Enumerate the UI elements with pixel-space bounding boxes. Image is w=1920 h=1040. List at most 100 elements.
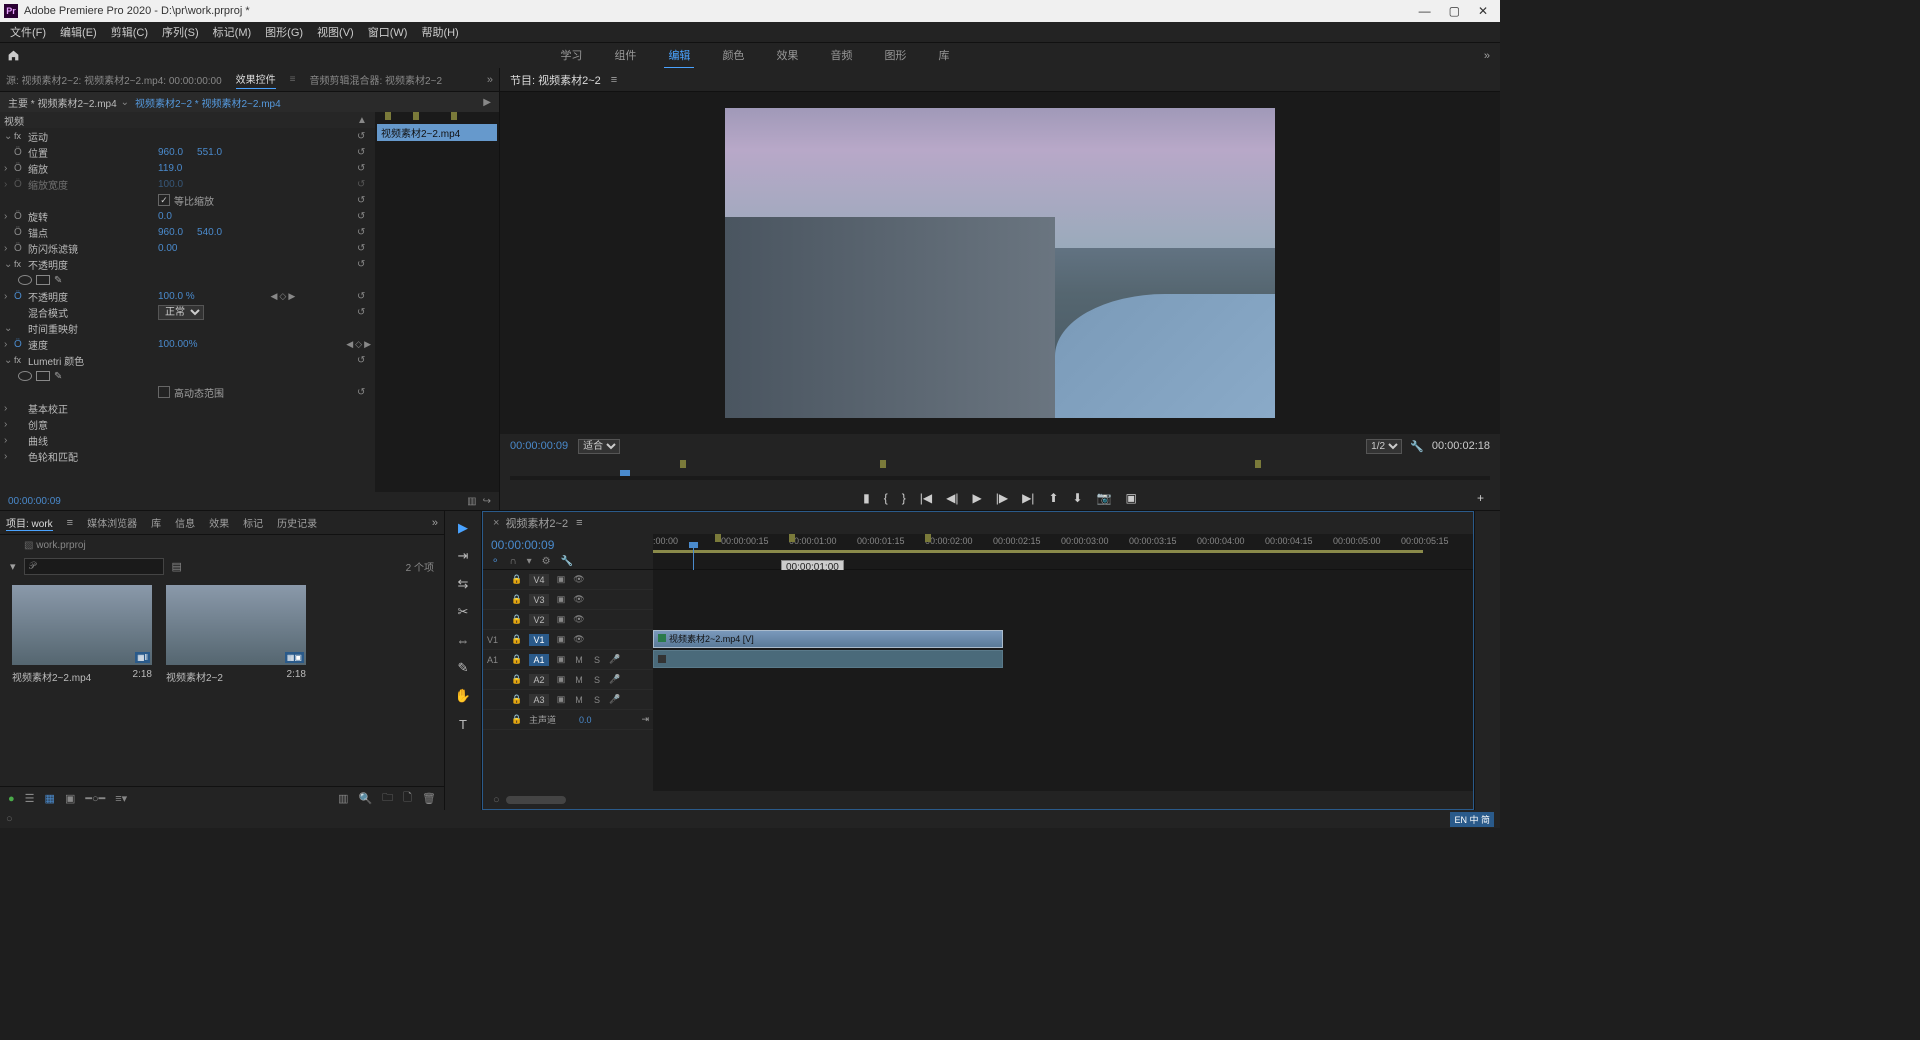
step-back-button[interactable]: ◀| [946, 491, 958, 505]
zoom-slider[interactable]: ━○━ [85, 792, 105, 805]
workspace-more-button[interactable]: » [1484, 50, 1490, 62]
row-motion[interactable]: ⌄fx运动↺ [0, 128, 375, 144]
tab-history[interactable]: 历史记录 [277, 515, 317, 530]
chevron-down-icon[interactable]: ⌄ [121, 97, 129, 108]
program-monitor[interactable] [500, 92, 1500, 434]
next-kf-icon[interactable]: ▶ [288, 291, 295, 302]
tab-audio-mixer[interactable]: 音频剪辑混合器: 视频素材2~2 [310, 72, 443, 87]
slip-tool[interactable]: ⇔ [454, 631, 472, 649]
fx-icon[interactable]: fx [14, 355, 28, 365]
marker-icon[interactable] [413, 112, 419, 120]
marker-button[interactable]: ▮ [863, 491, 870, 505]
program-ruler[interactable] [500, 458, 1500, 486]
row-scale[interactable]: ›Ö缩放119.0↺ [0, 160, 375, 176]
panel-overflow-icon[interactable]: » [432, 517, 438, 529]
icon-1[interactable]: ▥ [467, 496, 476, 507]
compare-button[interactable]: ▣ [1126, 491, 1137, 505]
timeline-ruler[interactable]: :00:00 00:00:00:15 00:00:01:00 00:00:01:… [653, 534, 1473, 569]
marker-add-icon[interactable]: ▾ [527, 556, 532, 567]
marker-icon[interactable] [1255, 460, 1261, 468]
track-header-a2[interactable]: 🔒A2▣MS🎤 [483, 670, 653, 690]
reset-icon[interactable]: ↺ [357, 307, 371, 318]
button-editor-icon[interactable]: + [1477, 491, 1484, 505]
value-speed[interactable]: 100.00% [158, 339, 197, 350]
menu-help[interactable]: 帮助(H) [415, 22, 464, 42]
icon-2[interactable]: ↪ [483, 496, 491, 507]
panel-menu-icon[interactable]: ≡ [290, 74, 296, 85]
reset-icon[interactable]: ↺ [357, 131, 371, 142]
search-input[interactable] [24, 558, 164, 575]
row-anchor[interactable]: Ö锚点960.0540.0↺ [0, 224, 375, 240]
tab-program[interactable]: 节目: 视频素材2~2 [510, 72, 601, 88]
reset-icon[interactable]: ↺ [357, 195, 371, 206]
sync-lock-icon[interactable]: ▣ [555, 594, 567, 605]
stopwatch-icon[interactable]: Ö [14, 339, 28, 350]
menu-view[interactable]: 视图(V) [311, 22, 360, 42]
menu-graphics[interactable]: 图形(G) [259, 22, 309, 42]
track-header-v3[interactable]: 🔒V3▣👁 [483, 590, 653, 610]
mute-icon[interactable]: M [573, 695, 585, 705]
goto-in-button[interactable]: |◀ [920, 491, 932, 505]
tab-source[interactable]: 源: 视频素材2~2: 视频素材2~2.mp4: 00:00:00:00 [6, 72, 222, 87]
goto-out-button[interactable]: ▶| [1022, 491, 1034, 505]
scrubber-track[interactable] [510, 476, 1490, 480]
value-rotation[interactable]: 0.0 [158, 211, 172, 222]
sync-lock-icon[interactable]: ▣ [555, 614, 567, 625]
menu-window[interactable]: 窗口(W) [362, 22, 414, 42]
ripple-tool[interactable]: ⇆ [454, 575, 472, 593]
lock-icon[interactable]: 🔒 [511, 614, 523, 625]
effect-mini-timeline[interactable]: 视频素材2~2.mp4 [375, 112, 499, 492]
freeform-view-icon[interactable]: ▣ [65, 792, 75, 805]
find-icon[interactable]: 🔍 [358, 792, 372, 805]
play-button[interactable]: ▶ [972, 491, 981, 505]
prev-kf-icon[interactable]: ◀ [270, 291, 277, 302]
minimize-button[interactable]: — [1419, 4, 1431, 18]
value-anchor-x[interactable]: 960.0 [158, 227, 183, 238]
work-area-bar[interactable] [653, 550, 1423, 553]
ws-graphics[interactable]: 图形 [880, 43, 910, 69]
row-creative[interactable]: ›创意 [0, 416, 375, 432]
tab-library[interactable]: 库 [151, 515, 161, 530]
track-header-master[interactable]: 🔒主声道0.0⇥ [483, 710, 653, 730]
lock-icon[interactable]: 🔒 [511, 674, 523, 685]
panel-menu-icon[interactable]: ≡ [611, 74, 617, 86]
checkbox-uniform[interactable] [158, 194, 170, 206]
menu-edit[interactable]: 编辑(E) [54, 22, 103, 42]
row-curve[interactable]: ›曲线 [0, 432, 375, 448]
track-header-v4[interactable]: 🔒V4▣👁 [483, 570, 653, 590]
solo-icon[interactable]: S [591, 675, 603, 685]
lock-icon[interactable]: 🔒 [511, 574, 523, 585]
tab-media-browser[interactable]: 媒体浏览器 [87, 515, 137, 530]
tab-effect-controls[interactable]: 效果控件 [236, 71, 276, 89]
play-only-icon[interactable]: ▶ [483, 97, 491, 108]
tab-effects[interactable]: 效果 [209, 515, 229, 530]
zoom-select[interactable]: 1/2 [1366, 439, 1402, 454]
row-timeremap[interactable]: ⌄时间重映射 [0, 320, 375, 336]
ws-assembly[interactable]: 组件 [610, 43, 640, 69]
extract-button[interactable]: ⬇ [1073, 491, 1083, 505]
value-anchor-y[interactable]: 540.0 [197, 227, 222, 238]
row-colorwheel[interactable]: ›色轮和匹配 [0, 448, 375, 464]
out-point-button[interactable]: } [902, 491, 906, 505]
arrow-icon[interactable]: ⇥ [641, 714, 649, 725]
sync-lock-icon[interactable]: ▣ [555, 674, 567, 685]
rect-mask-icon[interactable] [36, 275, 50, 285]
trash-icon[interactable]: 🗑 [422, 792, 436, 805]
hand-tool[interactable]: ✋ [454, 687, 472, 705]
stopwatch-icon[interactable]: Ö [14, 243, 28, 254]
scroll-handle[interactable]: ○ [493, 794, 500, 806]
value-antiflicker[interactable]: 0.00 [158, 243, 177, 254]
track-header-v1[interactable]: V1🔒V1▣👁 [483, 630, 653, 650]
reset-icon[interactable]: ↺ [357, 211, 371, 222]
row-basic[interactable]: ›基本校正 [0, 400, 375, 416]
track-name[interactable]: V2 [529, 614, 549, 626]
marker-icon[interactable] [680, 460, 686, 468]
ws-color[interactable]: 颜色 [718, 43, 748, 69]
solo-icon[interactable]: S [591, 695, 603, 705]
row-blend[interactable]: 混合模式正常↺ [0, 304, 375, 320]
track-header-a3[interactable]: 🔒A3▣MS🎤 [483, 690, 653, 710]
snap-icon[interactable]: ⚬ [491, 556, 499, 567]
eye-icon[interactable]: 👁 [573, 614, 585, 625]
wrench-icon[interactable]: 🔧 [561, 556, 573, 567]
tab-markers[interactable]: 标记 [243, 515, 263, 530]
